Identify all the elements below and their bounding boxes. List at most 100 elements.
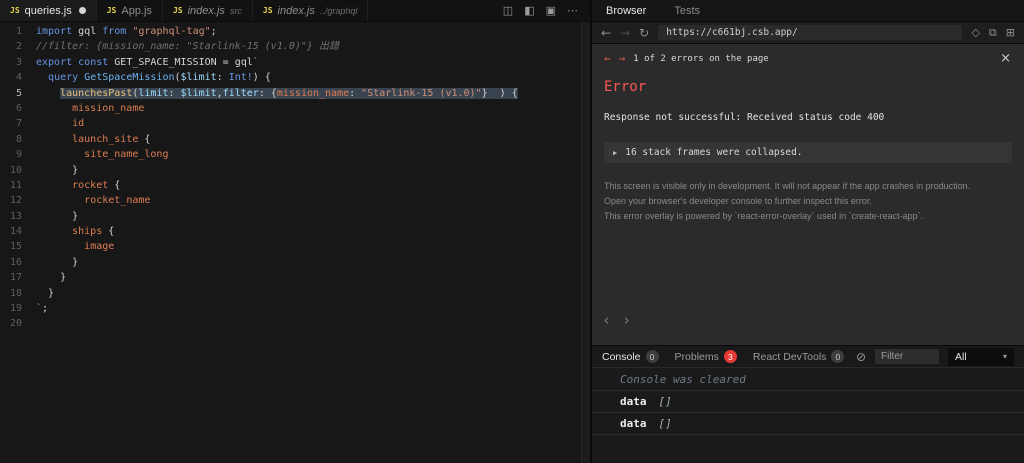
preview-pane: Browser Tests ← → ↻ https://c661bj.csb.ap…	[592, 0, 1024, 463]
line-number: 19	[9, 303, 22, 315]
error-message: Response not successful: Received status…	[604, 112, 885, 123]
refresh-icon[interactable]: ↻	[639, 27, 649, 39]
code-line-content: //filter: {mission_name: "Starlink-15 (v…	[36, 41, 339, 53]
code-line[interactable]: 3 export const GET_SPACE_MISSION = gql`	[0, 55, 590, 70]
forward-icon[interactable]: →	[620, 27, 630, 39]
line-number: 5	[15, 87, 22, 99]
prev-error-icon[interactable]: ←	[604, 52, 611, 65]
code-line[interactable]: 13 }	[0, 209, 590, 224]
line-number: 4	[15, 72, 22, 84]
console-tab-label: React DevTools	[752, 350, 827, 363]
next-error-icon[interactable]: →	[619, 52, 626, 65]
file-type-js-icon: JS	[262, 6, 273, 15]
line-number: 14	[9, 226, 22, 238]
line-number: 2	[15, 41, 22, 53]
code-line[interactable]: 16 }	[0, 255, 590, 270]
code-line[interactable]: 19 `;	[0, 301, 590, 316]
console-body: Console was cleared data [] data []	[592, 368, 1024, 463]
url-input[interactable]: https://c661bj.csb.app/	[658, 25, 963, 40]
console-cleared-message: Console was cleared	[620, 373, 746, 386]
console-log-row[interactable]: data []	[592, 390, 1024, 412]
code-line[interactable]: 10 }	[0, 163, 590, 178]
collapsed-frames-button[interactable]: ▶ 16 stack frames were collapsed.	[604, 142, 1012, 163]
error-counter: 1 of 2 errors on the page	[633, 53, 769, 64]
code-editor[interactable]: 1 import gql from "graphql-tag"; 2 //filter…	[0, 22, 590, 463]
responsive-mode-icon[interactable]: ◇	[971, 26, 979, 40]
code-line[interactable]: 6 mission_name	[0, 101, 590, 116]
code-line[interactable]: 11 rocket {	[0, 178, 590, 193]
code-line[interactable]: 18 }	[0, 286, 590, 301]
tab-dir-label: src	[229, 5, 242, 16]
line-number: 13	[9, 210, 22, 222]
log-name: data	[620, 395, 647, 408]
console-tab-console[interactable]: Console 0	[602, 350, 659, 363]
editor-tab-app-js[interactable]: JS App.js	[96, 0, 163, 21]
editor-tabbar-tabs: JS queries.js JS App.js JS index.js src JS index…	[0, 0, 369, 21]
split-horizontal-icon[interactable]: ◫	[503, 4, 513, 17]
back-icon[interactable]: ←	[601, 27, 611, 39]
code-line[interactable]: 9 site_name_long	[0, 147, 590, 162]
code-line[interactable]: 20	[0, 316, 590, 331]
line-number: 12	[9, 195, 22, 207]
overlay-footer: This screen is visible only in developme…	[604, 179, 1012, 224]
preview-tabs: Browser Tests	[606, 5, 700, 17]
console-actions: ⊘ All ▾	[856, 347, 1014, 366]
more-actions-icon[interactable]: ⋯	[567, 4, 578, 17]
close-overlay-icon[interactable]: ×	[1000, 51, 1011, 66]
overlay-footer-line: This screen is visible only in developme…	[604, 181, 971, 191]
line-number: 15	[9, 241, 22, 253]
next-page-icon[interactable]: ›	[622, 311, 631, 329]
preview-tab-tests[interactable]: Tests	[674, 5, 700, 17]
console-rows: data [] data []	[592, 390, 1024, 435]
code-line[interactable]: 1 import gql from "graphql-tag";	[0, 24, 590, 39]
code-line[interactable]: 4 query GetSpaceMission($limit: Int!) {	[0, 70, 590, 85]
copy-url-icon[interactable]: ⧉	[989, 26, 997, 40]
code-line-content: }	[36, 287, 55, 299]
code-line[interactable]: 8 launch_site {	[0, 132, 590, 147]
code-line[interactable]: 5 launchesPast(limit: $limit,filter: {mi…	[0, 86, 590, 101]
modified-dot-icon	[78, 7, 86, 14]
code-line[interactable]: 2 //filter: {mission_name: "Starlink-15 (…	[0, 39, 590, 54]
file-type-js-icon: JS	[10, 6, 20, 15]
log-value: []	[658, 395, 672, 408]
console-tab-problems[interactable]: Problems 3	[675, 350, 737, 363]
code-line[interactable]: 15 image	[0, 239, 590, 254]
line-number: 17	[9, 272, 22, 284]
code-lines: 1 import gql from "graphql-tag"; 2 //filter…	[0, 24, 590, 332]
code-line-content: `;	[36, 303, 49, 315]
line-number: 10	[9, 164, 22, 176]
line-number: 6	[15, 102, 22, 114]
console-log-row[interactable]: data []	[592, 412, 1024, 435]
editor-actions: ◫ ◧ ▣ ⋯	[503, 0, 590, 21]
tab-dir-label: ../graphql	[319, 5, 358, 16]
code-line-content: }	[36, 256, 79, 268]
code-line-content: export const GET_SPACE_MISSION = gql`	[36, 56, 259, 68]
editor-tab-queries-js[interactable]: JS queries.js	[0, 0, 97, 21]
log-level-select[interactable]: All ▾	[948, 347, 1014, 366]
code-line-content: }	[36, 164, 79, 176]
clear-console-icon[interactable]: ⊘	[856, 350, 866, 364]
editor-scrollbar[interactable]	[581, 22, 590, 463]
code-line[interactable]: 14 ships {	[0, 224, 590, 239]
prev-page-icon[interactable]: ‹	[602, 311, 611, 329]
line-number: 8	[15, 133, 22, 145]
code-line-content: import gql from "graphql-tag";	[36, 26, 217, 37]
split-vertical-icon[interactable]: ◧	[524, 4, 534, 17]
overlay-footer-line: This error overlay is powered by `react-…	[604, 210, 924, 221]
console-tab-react-devtools[interactable]: React DevTools 0	[753, 350, 845, 363]
open-new-window-icon[interactable]: ⊞	[1006, 26, 1015, 40]
log-name: data	[620, 417, 647, 430]
editor-tab-index-js[interactable]: JS index.js src	[162, 0, 253, 21]
line-number: 1	[15, 26, 22, 37]
code-line-content: rocket {	[72, 179, 121, 191]
editor-tab-index-js[interactable]: JS index.js ../graphql	[252, 0, 369, 21]
console-filter-input[interactable]	[875, 349, 939, 364]
code-line[interactable]: 7 id	[0, 116, 590, 131]
preview-tab-browser[interactable]: Browser	[606, 5, 646, 17]
code-line[interactable]: 12 rocket_name	[0, 193, 590, 208]
layout-icon[interactable]: ▣	[546, 4, 556, 17]
code-line-content: launch_site {	[72, 133, 151, 145]
tab-label: App.js	[121, 4, 152, 17]
code-line[interactable]: 17 }	[0, 270, 590, 285]
file-type-js-icon: JS	[106, 6, 117, 15]
